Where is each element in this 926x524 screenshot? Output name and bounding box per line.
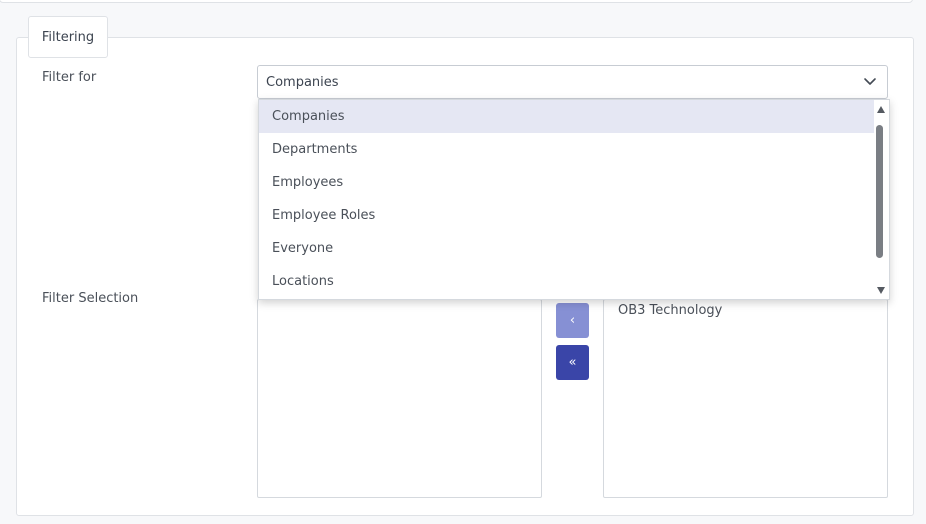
chevron-left-icon: ‹ xyxy=(569,313,576,328)
dropdown-scrollbar[interactable] xyxy=(873,100,889,299)
option-companies[interactable]: Companies xyxy=(259,100,874,133)
move-all-left-button[interactable]: « xyxy=(556,345,589,380)
filter-selection-label: Filter Selection xyxy=(42,291,139,306)
option-locations[interactable]: Locations xyxy=(259,265,874,298)
filter-for-select[interactable]: Companies xyxy=(257,65,888,99)
available-items-listbox[interactable] xyxy=(257,299,542,498)
filter-for-selected-value: Companies xyxy=(266,74,339,90)
filter-for-dropdown: Companies Departments Employees Employee… xyxy=(258,99,890,300)
option-employee-roles[interactable]: Employee Roles xyxy=(259,199,874,232)
previous-card xyxy=(0,0,913,3)
filtering-legend: Filtering xyxy=(28,16,108,58)
list-item[interactable]: OB3 Technology xyxy=(618,303,722,318)
selected-items-listbox[interactable]: OB3 Technology xyxy=(603,299,888,498)
option-departments[interactable]: Departments xyxy=(259,133,874,166)
option-everyone[interactable]: Everyone xyxy=(259,232,874,265)
filter-for-label: Filter for xyxy=(42,70,97,85)
option-employees[interactable]: Employees xyxy=(259,166,874,199)
scroll-up-arrow-icon[interactable] xyxy=(877,106,885,113)
double-chevron-left-icon: « xyxy=(568,355,577,370)
move-left-button[interactable]: ‹ xyxy=(556,303,589,338)
scrollbar-thumb[interactable] xyxy=(876,125,883,258)
chevron-down-icon xyxy=(864,78,876,85)
scroll-down-arrow-icon[interactable] xyxy=(877,287,885,294)
